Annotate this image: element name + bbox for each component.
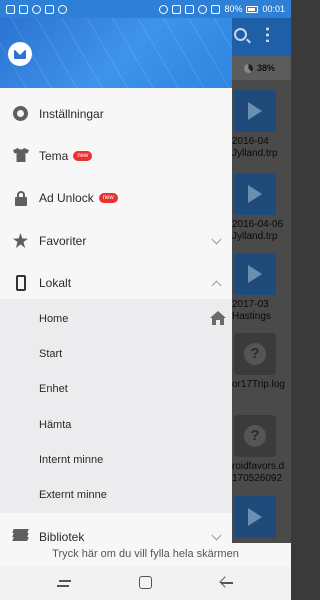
signal-icon — [211, 4, 221, 14]
star-icon — [13, 233, 29, 249]
submenu-item-label: Home — [39, 312, 69, 325]
system-navigation-bar — [0, 566, 291, 600]
lock-icon — [13, 190, 29, 206]
alarm-icon — [185, 4, 195, 14]
home-button-icon[interactable] — [139, 576, 152, 589]
vibrate-icon — [172, 4, 182, 14]
system-icons: 80% 00:01 — [159, 4, 285, 14]
account-avatar[interactable] — [8, 42, 32, 66]
notification-icon — [19, 4, 28, 14]
file-name: Jylland.trp — [232, 148, 278, 159]
notification-icons — [6, 4, 67, 14]
search-icon[interactable] — [234, 28, 247, 41]
chevron-down-icon — [211, 234, 222, 245]
file-name: 2016-04 — [232, 136, 269, 147]
submenu-item-external-storage[interactable]: Externt minne — [0, 477, 232, 512]
more-options-icon[interactable] — [266, 26, 269, 42]
new-badge: new — [98, 193, 118, 203]
menu-item-label: Favoriter — [39, 234, 87, 248]
shirt-icon — [13, 148, 29, 164]
submenu-item-home[interactable]: Home — [0, 301, 232, 336]
video-file-icon — [234, 253, 276, 295]
menu-item-favorites[interactable]: Favoriter — [0, 221, 232, 261]
fullscreen-hint[interactable]: Tryck här om du vill fylla hela skärmen — [0, 543, 291, 566]
submenu-item-download[interactable]: Hämta — [0, 407, 232, 442]
submenu-item-label: Enhet — [39, 382, 68, 395]
new-badge: new — [73, 151, 93, 161]
menu-item-label: Ad Unlock — [39, 191, 94, 205]
storage-pie-icon — [244, 63, 253, 73]
clock: 00:01 — [262, 4, 285, 14]
mail-icon — [14, 49, 26, 59]
bluetooth-icon — [159, 4, 169, 14]
home-icon — [210, 311, 226, 325]
file-name: 2016-04-06 — [232, 219, 284, 230]
submenu-item-start[interactable]: Start — [0, 336, 232, 371]
chevron-up-icon — [211, 280, 222, 291]
chevron-down-icon — [211, 530, 222, 541]
menu-item-theme[interactable]: Tema new — [0, 136, 232, 176]
battery-percent: 80% — [224, 4, 243, 14]
submenu-item-label: Internt minne — [39, 453, 104, 466]
file-name: or17Trip.log — [232, 379, 285, 390]
unknown-file-icon: ? — [234, 415, 276, 457]
submenu-item-label: Externt minne — [39, 488, 107, 501]
wifi-icon — [198, 4, 208, 14]
navigation-drawer: Inställningar Tema new Ad Unlock new Fav… — [0, 0, 232, 566]
menu-item-label: Lokalt — [39, 276, 72, 290]
submenu-item-internal-storage[interactable]: Internt minne — [0, 442, 232, 477]
recent-apps-icon[interactable] — [57, 575, 73, 591]
notification-icon — [6, 4, 15, 14]
app-toolbar — [232, 18, 291, 56]
notification-icon — [32, 4, 41, 14]
file-name: Jylland.trp — [232, 231, 278, 242]
status-bar: 80% 00:01 — [0, 0, 291, 18]
unknown-file-icon: ? — [234, 333, 276, 375]
local-submenu: Home Start Enhet Hämta Internt minne Ext… — [0, 299, 232, 513]
menu-item-label: Tema — [39, 149, 69, 163]
file-name: Hastings — [232, 311, 271, 322]
menu-item-ad-unlock[interactable]: Ad Unlock new — [0, 178, 232, 218]
storage-indicator: 38% — [232, 56, 291, 80]
phone-icon — [13, 275, 29, 291]
notification-icon — [58, 4, 67, 14]
video-file-icon — [234, 496, 276, 538]
storage-percent: 38% — [257, 63, 276, 73]
file-name: roidfavors.d — [232, 461, 285, 472]
file-name: 170526092 — [232, 473, 283, 484]
file-manager-background: 38% 2016-04 Jylland.trp 2016-04-06 Jylla… — [232, 18, 291, 566]
menu-item-label: Bibliotek — [39, 530, 85, 544]
mail-icon — [45, 4, 54, 14]
video-file-icon — [234, 90, 276, 132]
menu-item-label: Inställningar — [39, 107, 104, 121]
submenu-item-label: Hämta — [39, 418, 72, 431]
gear-icon — [13, 106, 29, 122]
submenu-item-label: Start — [39, 347, 63, 360]
battery-icon — [246, 5, 259, 13]
video-file-icon — [234, 173, 276, 215]
menu-item-local[interactable]: Lokalt — [0, 263, 232, 303]
back-icon[interactable] — [219, 575, 235, 591]
submenu-item-device[interactable]: Enhet — [0, 371, 232, 406]
file-name: 2017-03 — [232, 299, 269, 310]
menu-item-settings[interactable]: Inställningar — [0, 94, 232, 134]
